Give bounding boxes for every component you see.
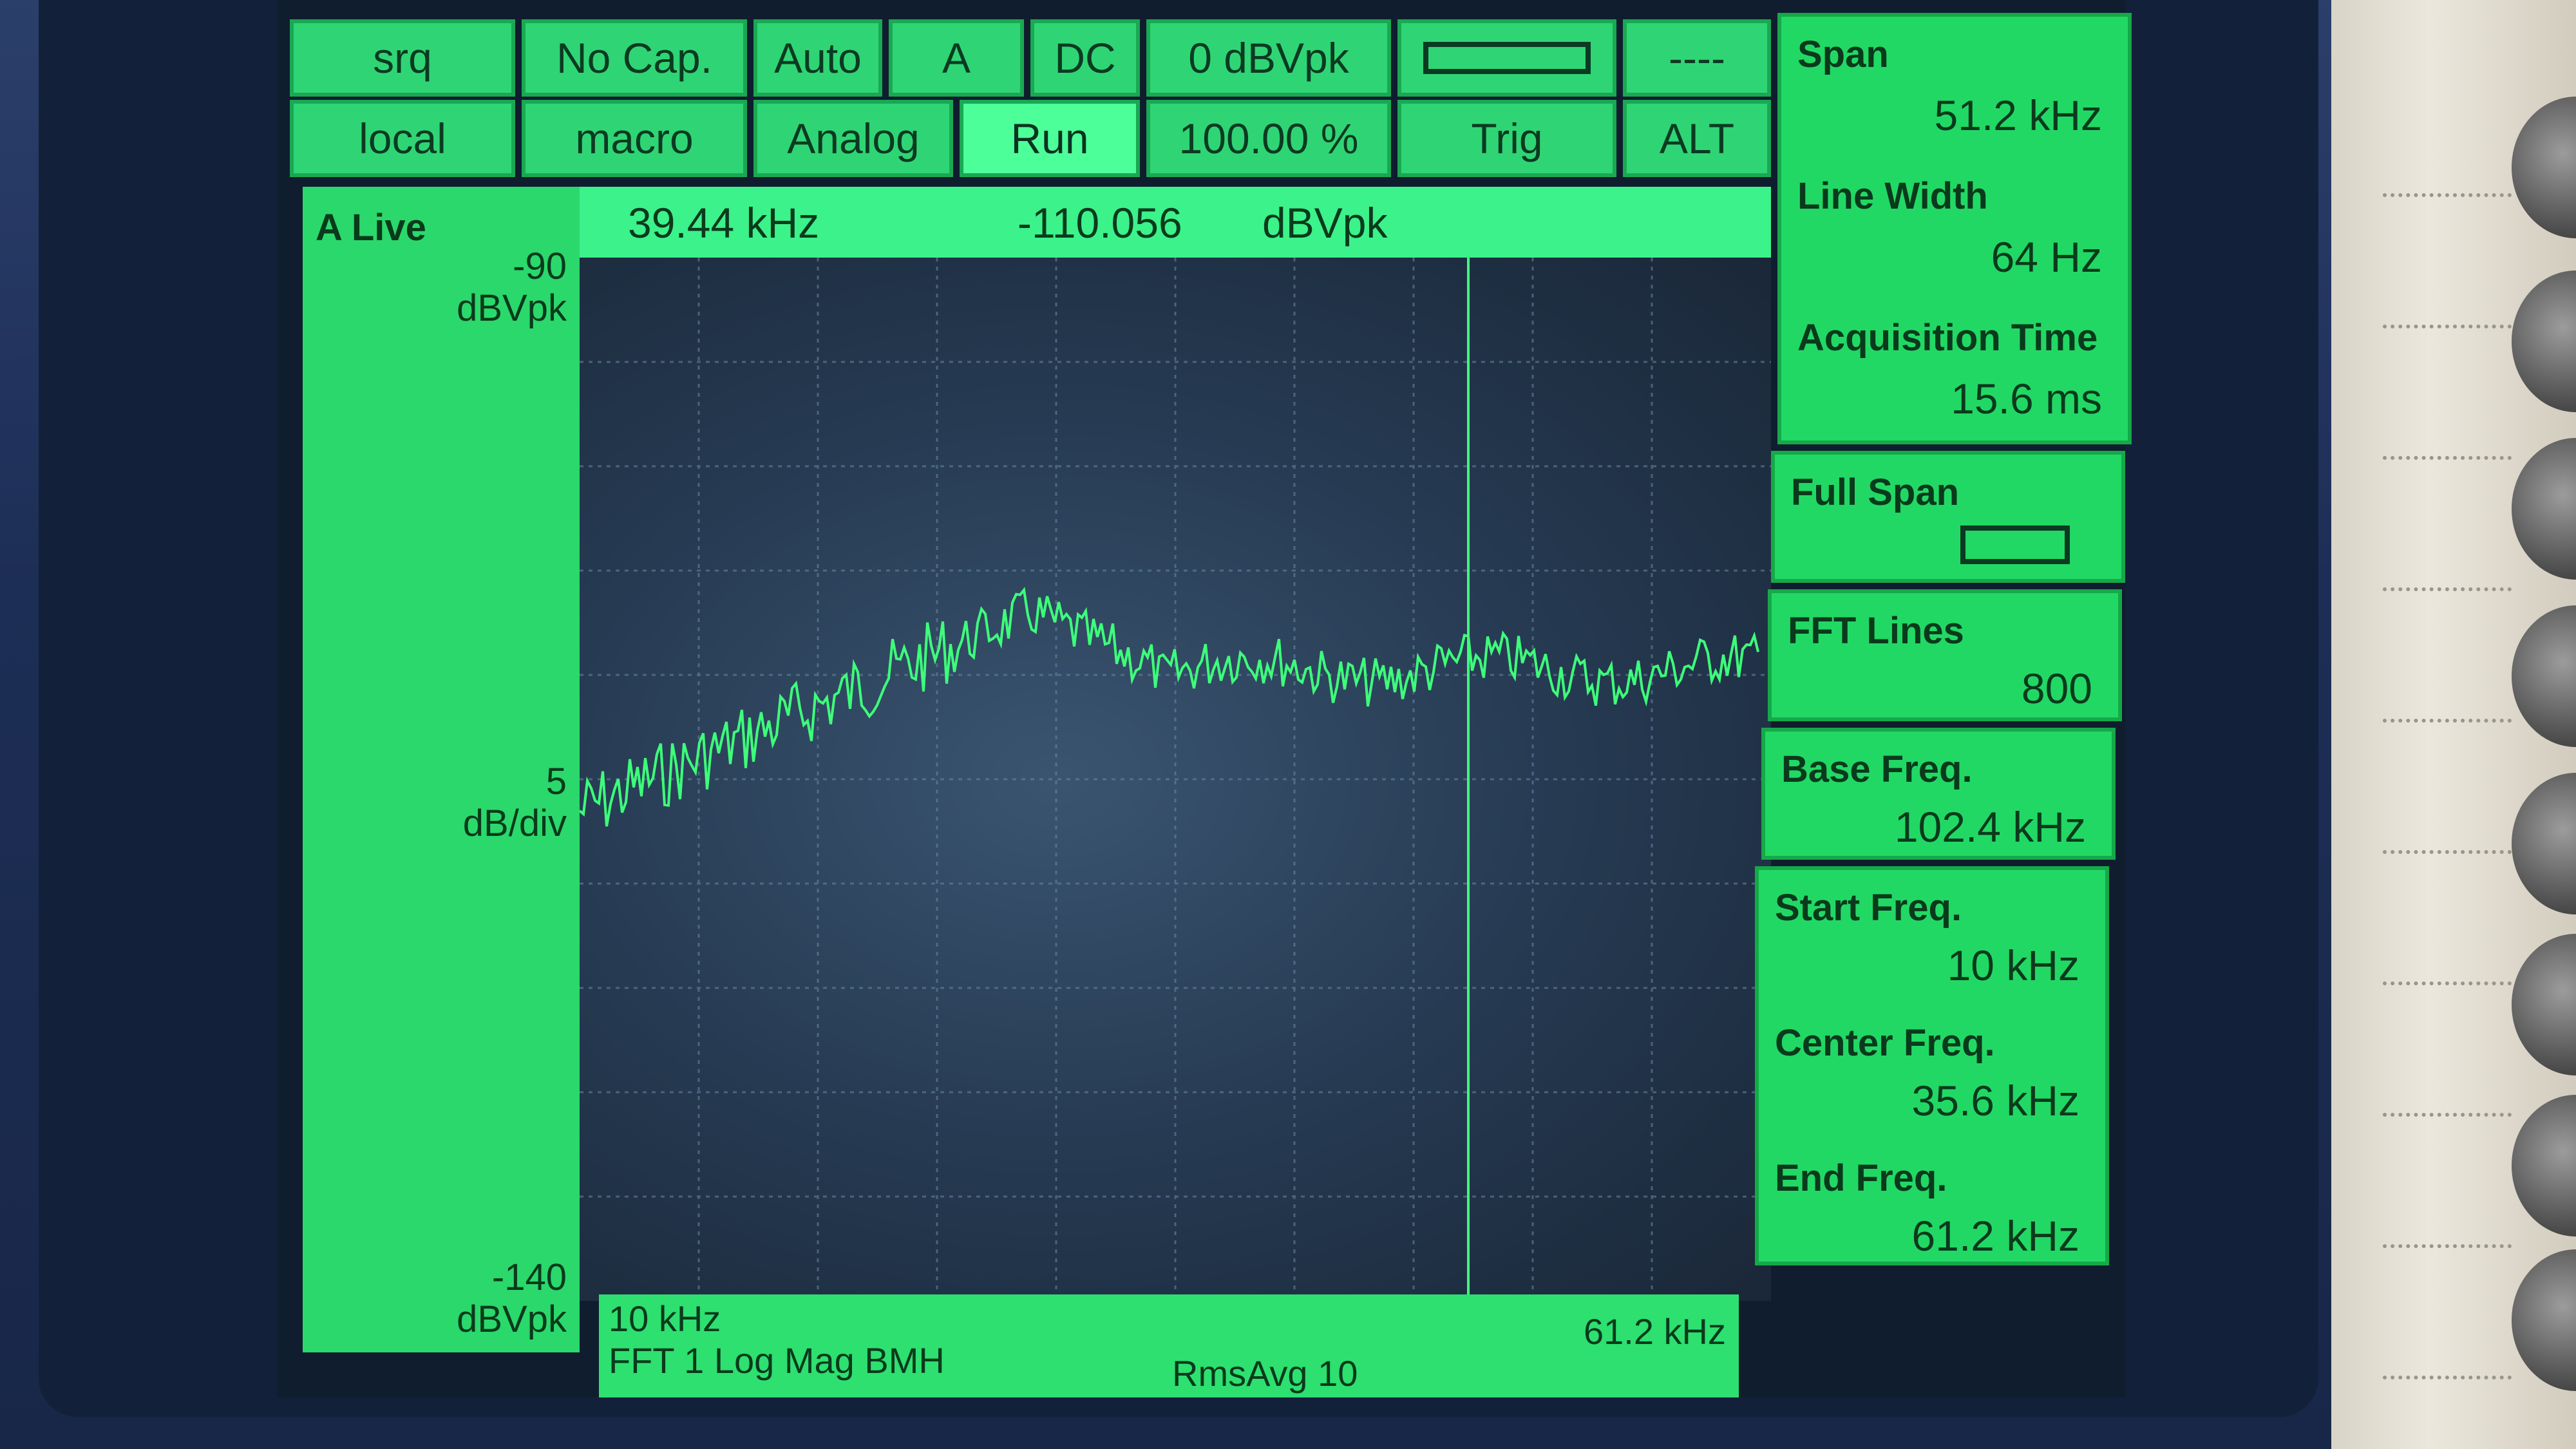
trace-title: A Live — [316, 207, 426, 249]
marker-readout: 39.44 kHz -110.056 dBVpk — [580, 187, 1771, 258]
frequency-softkeys[interactable]: Start Freq. 10 kHz Center Freq. 35.6 kHz… — [1755, 866, 2109, 1265]
softkey-label: Center Freq. — [1775, 1022, 1995, 1064]
spectrum-trace — [580, 587, 1759, 827]
scale-bottom-value: -140 — [491, 1256, 567, 1298]
range-meter-icon — [1423, 42, 1591, 74]
toggle-icon — [1960, 526, 2070, 564]
spectrum-svg — [580, 258, 1771, 1301]
scale-top-value: -90 — [513, 245, 567, 287]
softkey-label: Acquisition Time — [1797, 317, 2098, 359]
scale-div-unit: dB/div — [462, 802, 567, 844]
range-meter-button[interactable] — [1397, 19, 1616, 97]
full-span-softkey[interactable]: Full Span — [1771, 451, 2125, 583]
base-freq-softkey[interactable]: Base Freq. 102.4 kHz — [1761, 728, 2116, 860]
start-frequency-label: 10 kHz — [609, 1298, 721, 1339]
averaging-label: RmsAvg 10 — [1172, 1353, 1358, 1394]
plot-footer: 10 kHz 61.2 kHz FFT 1 Log Mag BMH RmsAvg… — [599, 1294, 1739, 1397]
softkey-value: 51.2 kHz — [1934, 91, 2102, 139]
spectrum-plot[interactable] — [580, 258, 1771, 1301]
softkey-label: Start Freq. — [1775, 887, 1962, 929]
macro-button[interactable]: macro — [522, 100, 747, 177]
span-panel[interactable]: Span 51.2 kHz Line Width 64 Hz Acquisiti… — [1777, 13, 2132, 444]
range-button[interactable]: 0 dBVpk — [1146, 19, 1391, 97]
softkey-label: Span — [1797, 33, 1889, 75]
dash-button[interactable]: ---- — [1623, 19, 1771, 97]
capture-button[interactable]: No Cap. — [522, 19, 747, 97]
marker-unit: dBVpk — [1262, 199, 1388, 247]
scale-div-value: 5 — [545, 761, 567, 802]
scale-top-unit: dBVpk — [457, 287, 567, 329]
softkey-value: 61.2 kHz — [1911, 1212, 2079, 1260]
analog-button[interactable]: Analog — [753, 100, 953, 177]
trig-button[interactable]: Trig — [1397, 100, 1616, 177]
percent-button[interactable]: 100.00 % — [1146, 100, 1391, 177]
softkey-label: Base Freq. — [1781, 748, 1973, 790]
marker-frequency: 39.44 kHz — [628, 199, 820, 247]
trace-description: FFT 1 Log Mag BMH — [609, 1340, 945, 1381]
plot-grid — [580, 258, 1771, 1301]
softkey-value: 10 kHz — [1947, 942, 2079, 989]
softkey-value: 64 Hz — [1991, 233, 2102, 281]
coupling-button[interactable]: DC — [1030, 19, 1140, 97]
run-button[interactable]: Run — [960, 100, 1140, 177]
srq-button[interactable]: srq — [290, 19, 515, 97]
scale-bottom-unit: dBVpk — [457, 1298, 567, 1340]
softkey-label: End Freq. — [1775, 1157, 1947, 1199]
softkey-value: 35.6 kHz — [1911, 1077, 2079, 1124]
softkey-value: 102.4 kHz — [1894, 803, 2086, 851]
auto-button[interactable]: Auto — [753, 19, 882, 97]
local-button[interactable]: local — [290, 100, 515, 177]
channel-button[interactable]: A — [889, 19, 1024, 97]
marker-value: -110.056 — [1018, 199, 1182, 247]
softkey-label: FFT Lines — [1788, 610, 1964, 652]
fft-lines-softkey[interactable]: FFT Lines 800 — [1768, 589, 2122, 721]
softkey-value: 800 — [2021, 665, 2092, 712]
softkey-label: Line Width — [1797, 175, 1988, 217]
scale-sidebar: A Live -90 dBVpk 5 dB/div -140 dBVpk — [303, 187, 580, 1352]
end-frequency-label: 61.2 kHz — [1584, 1311, 1726, 1352]
softkey-value: 15.6 ms — [1951, 375, 2102, 422]
softkey-label: Full Span — [1791, 471, 1959, 513]
side-panel-vents — [2383, 77, 2512, 1391]
alt-button[interactable]: ALT — [1623, 100, 1771, 177]
